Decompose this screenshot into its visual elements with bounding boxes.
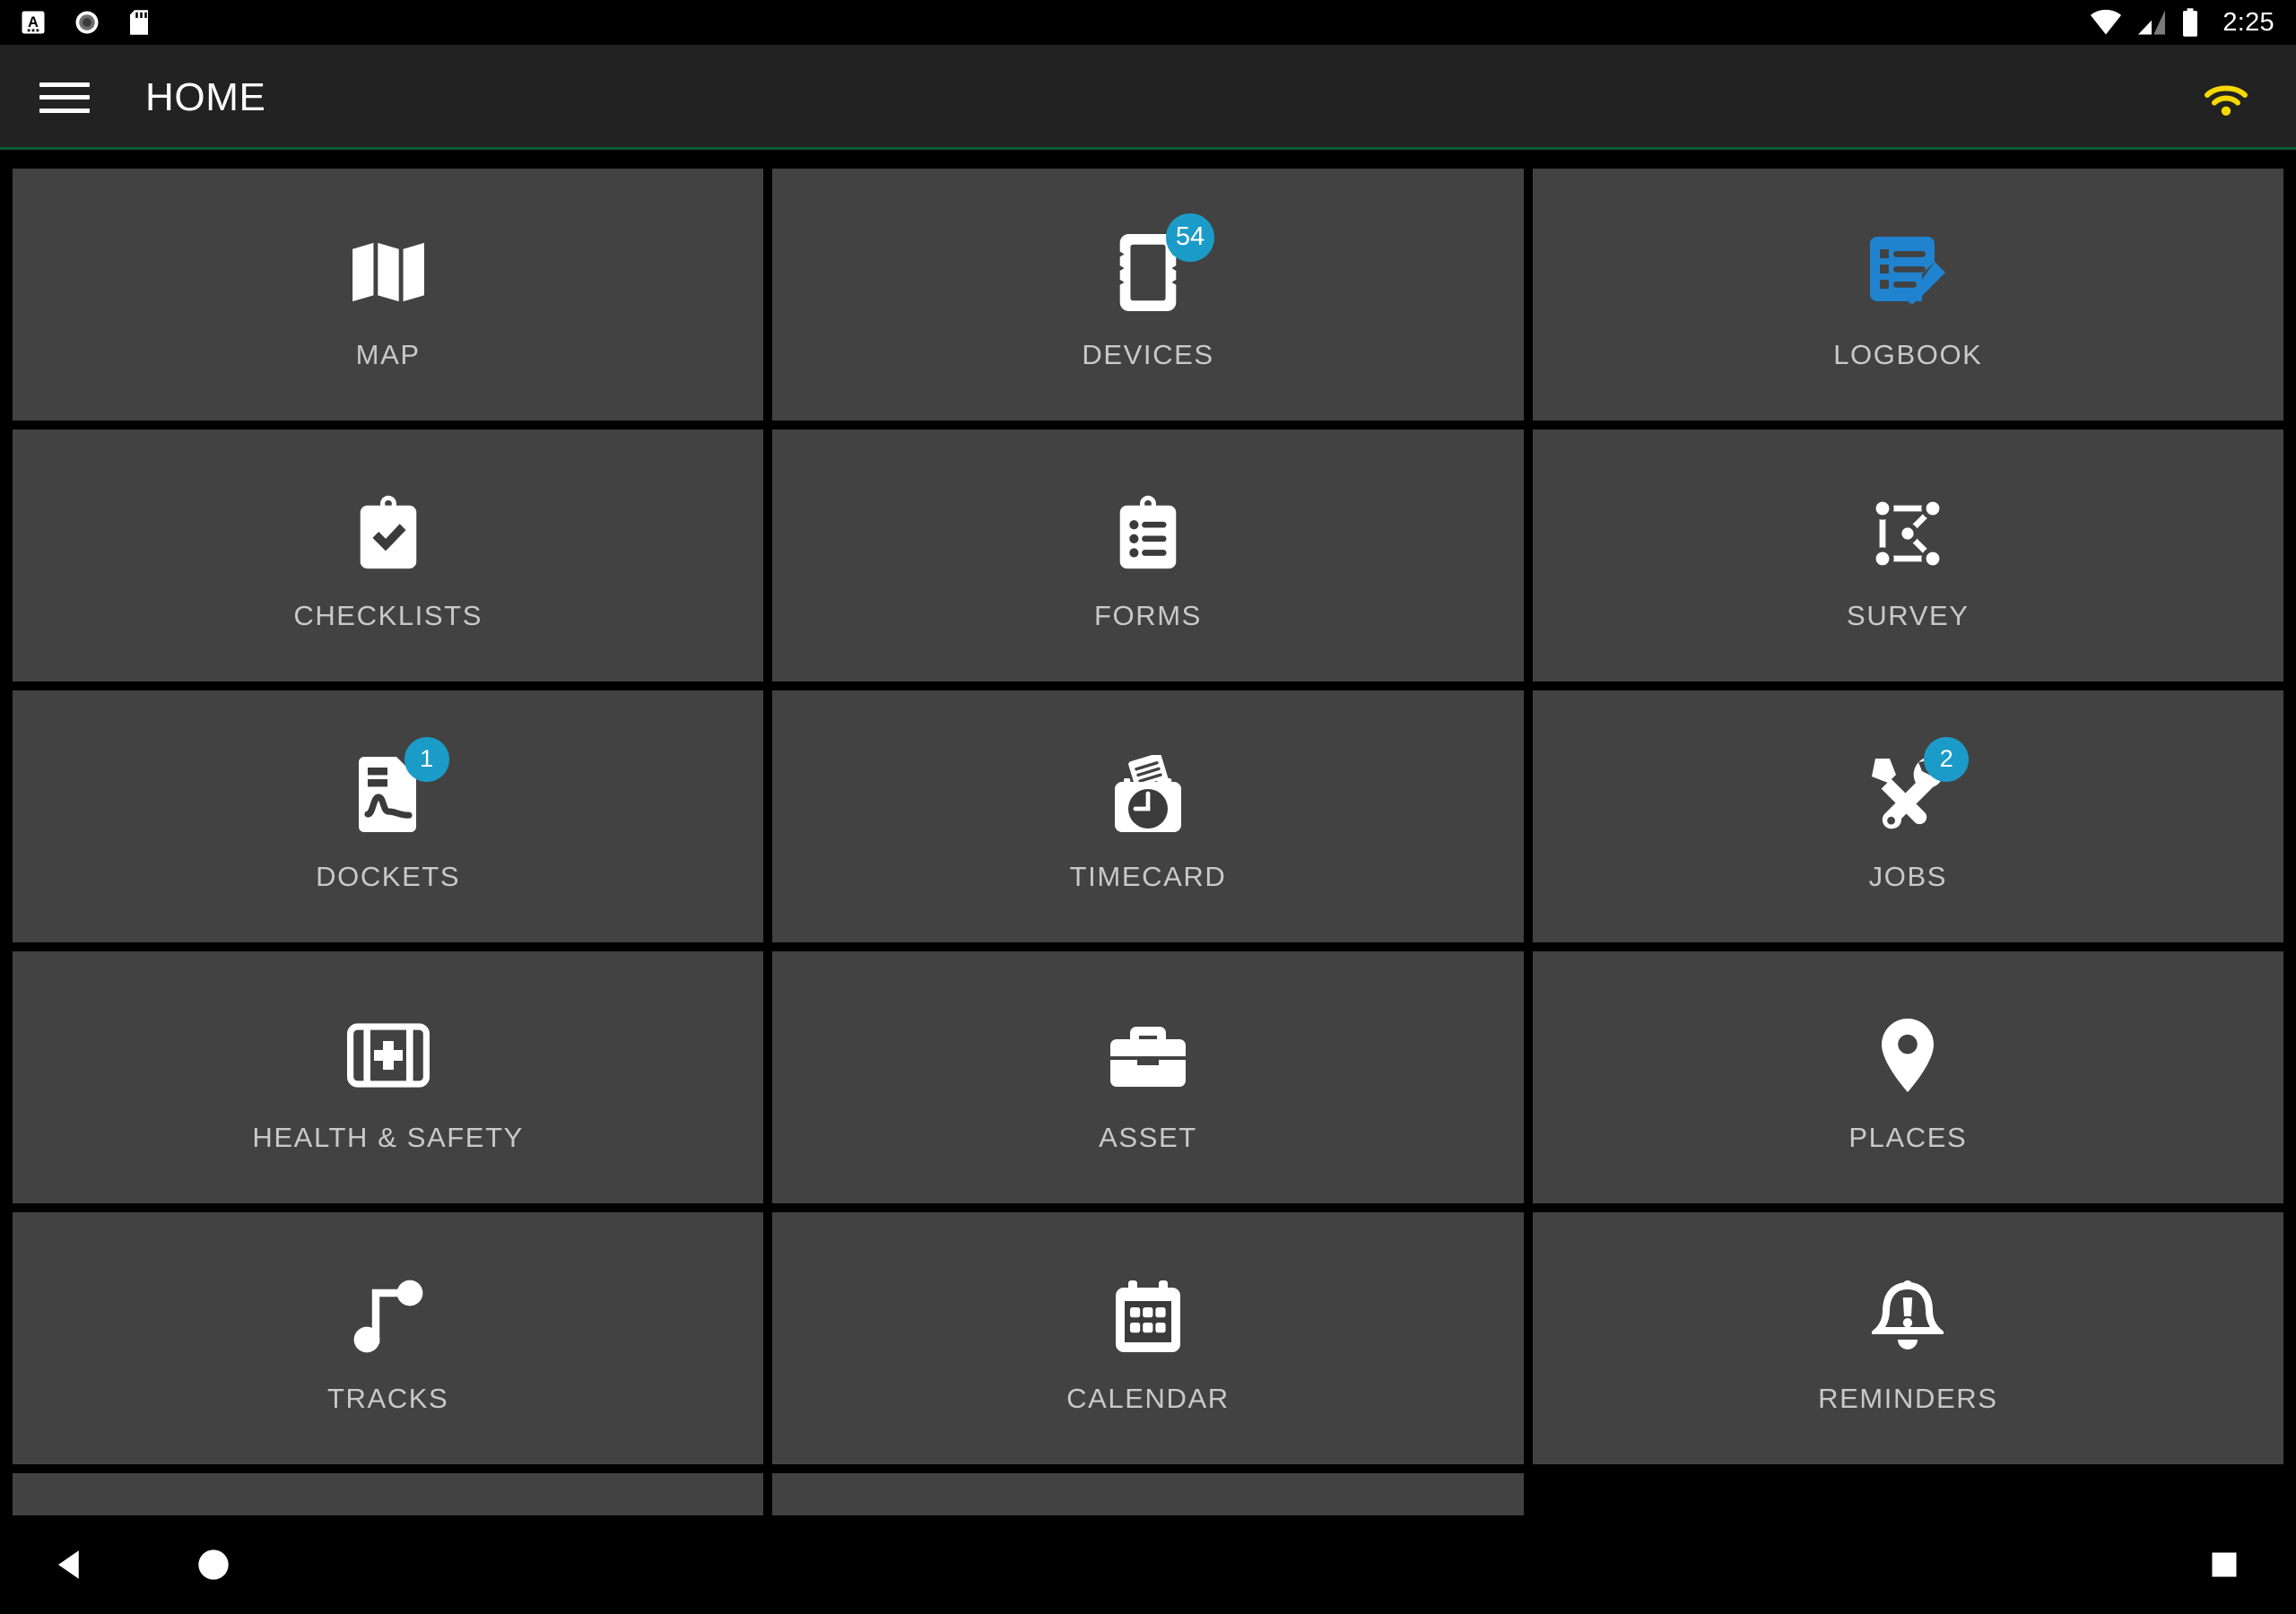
tile-label: DEVICES [1082,338,1214,370]
bell-alert-icon [1872,1280,1944,1349]
tile-icon-container [1854,1002,1961,1109]
tile-checklists[interactable]: CHECKLISTS [13,430,764,681]
timecard-icon [1114,754,1181,832]
tile-asset[interactable]: ASSET [772,951,1524,1203]
status-badge: 54 [1165,213,1214,262]
tile-label: REMINDERS [1818,1382,1998,1414]
checklist-icon [360,495,416,568]
tile-label: FORMS [1094,599,1202,631]
tile-health-safety[interactable]: HEALTH & SAFETY [13,951,764,1203]
tile-icon-container: 54 [1094,213,1214,326]
home-tile-grid: MAP 54 DEVICES LOGBOOK CHECKLISTS FORMS … [0,152,2296,1515]
svg-text:A: A [28,14,39,30]
tile-icon-container [1854,1263,1961,1370]
tile-label: SURVEY [1847,599,1970,631]
recents-square-icon [2212,1552,2237,1577]
map-icon [352,242,424,301]
tile-icon-container [1094,480,1202,587]
tile-icon-container [1094,1002,1202,1109]
tile-partial-left[interactable] [13,1473,764,1515]
status-badge: 1 [404,736,449,782]
tile-icon-container [1854,219,1961,326]
tile-dockets[interactable]: 1 DOCKETS [13,690,764,942]
tile-survey[interactable]: SURVEY [1532,430,2283,681]
tile-label: ASSET [1099,1121,1197,1153]
android-navigation-bar [0,1515,2296,1614]
recents-button[interactable] [2208,1549,2240,1581]
tile-tracks[interactable]: TRACKS [13,1212,764,1464]
tile-devices[interactable]: 54 DEVICES [772,169,1524,421]
tile-label: CALENDAR [1066,1382,1230,1414]
tile-label: TIMECARD [1069,860,1227,892]
app-bar: HOME [0,45,2296,150]
logbook-icon [1870,236,1946,308]
briefcase-icon [1109,1026,1186,1087]
tile-map[interactable]: MAP [13,169,764,421]
tile-icon-container [335,1263,442,1370]
tile-label: PLACES [1848,1121,1968,1153]
app-bar-actions [2197,75,2255,120]
tile-icon-container [1094,1263,1202,1370]
tile-reminders[interactable]: REMINDERS [1532,1212,2283,1464]
tile-label: HEALTH & SAFETY [252,1121,524,1153]
battery-full-icon [2183,8,2198,37]
calendar-icon [1115,1280,1180,1352]
wifi-icon [2091,9,2122,35]
tile-calendar[interactable]: CALENDAR [772,1212,1524,1464]
tile-label: DOCKETS [316,860,461,892]
keyboard-a-icon: A [22,11,45,34]
tile-icon-container [1854,480,1961,587]
track-path-icon [353,1280,423,1352]
record-circle-icon [75,11,99,34]
tile-label: TRACKS [326,1382,449,1414]
status-badge: 2 [1924,736,1970,782]
tile-jobs[interactable]: 2 JOBS [1532,690,2283,942]
hamburger-menu-icon[interactable] [39,78,90,117]
back-triangle-icon [58,1550,79,1579]
first-aid-icon [346,1022,430,1088]
tile-label: JOBS [1868,860,1947,892]
status-bar: A 2:25 [0,0,2296,45]
tile-logbook[interactable]: LOGBOOK [1532,169,2283,421]
status-bar-clock: 2:25 [2222,7,2274,37]
back-button[interactable] [52,1546,90,1584]
page-title: HOME [145,74,266,119]
home-circle-icon [198,1549,229,1580]
tile-label: CHECKLISTS [293,599,483,631]
tile-label: MAP [355,338,421,370]
tile-icon-container: 2 [1854,736,1970,848]
tile-partial-mid[interactable] [772,1473,1524,1515]
tile-icon-container [335,480,442,587]
tile-icon-container [335,219,442,326]
survey-icon [1871,496,1944,570]
map-pin-icon [1882,1018,1935,1092]
status-bar-right-icons: 2:25 [2090,8,2274,38]
tile-icon-container [335,1002,442,1109]
tile-icon-container [1094,741,1202,848]
home-button[interactable] [196,1547,231,1583]
tile-label: LOGBOOK [1833,338,1983,370]
tile-timecard[interactable]: TIMECARD [772,690,1524,942]
tile-icon-container: 1 [335,736,449,848]
sdcard-icon [130,10,148,35]
forms-icon [1119,495,1177,568]
tile-places[interactable]: PLACES [1532,951,2283,1203]
cellular-signal-icon [2138,10,2166,35]
wifi-status-icon[interactable] [2197,75,2255,120]
tile-forms[interactable]: FORMS [772,430,1524,681]
status-bar-left-icons: A [20,9,151,36]
